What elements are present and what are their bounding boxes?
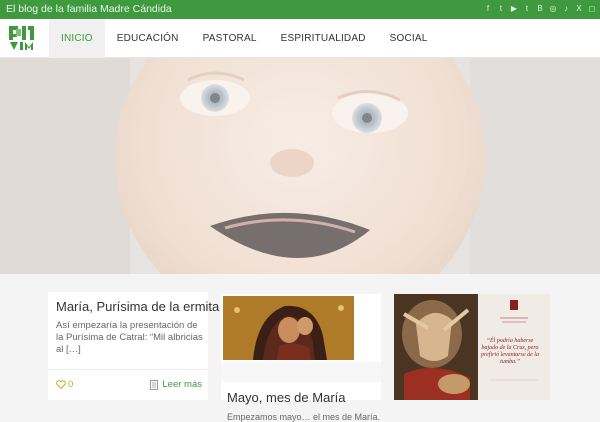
tiktok-icon[interactable]: ♪ xyxy=(562,3,570,15)
flickr-icon[interactable]: ◎ xyxy=(549,3,557,15)
nav-item-educacion[interactable]: EDUCACIÓN xyxy=(105,19,191,58)
nav-item-pastoral[interactable]: PASTORAL xyxy=(191,19,269,58)
facebook-icon[interactable]: f xyxy=(484,3,492,15)
like-count: 0 xyxy=(68,379,74,390)
image-quote-text: “Él podría haberse bajado de la Cruz, pe… xyxy=(481,338,539,365)
nav-item-social[interactable]: SOCIAL xyxy=(378,19,440,58)
social-links: f t ▶ t B ◎ ♪ X ◻ xyxy=(484,3,596,15)
post-title[interactable]: María, Purísima de la ermita xyxy=(56,299,219,314)
nav-item-espiritualidad[interactable]: ESPIRITUALIDAD xyxy=(269,19,378,58)
card-divider xyxy=(48,369,208,370)
resurrection-quote-image[interactable]: “Él podría haberse bajado de la Cruz, pe… xyxy=(394,294,550,400)
like-button[interactable]: 0 xyxy=(56,379,73,390)
post-title[interactable]: Mayo, mes de María xyxy=(227,390,346,405)
posts-section: María, Purísima de la ermita Así empezar… xyxy=(0,274,600,422)
nav-item-inicio[interactable]: INICIO xyxy=(49,19,105,58)
nav-menu: INICIO EDUCACIÓN PASTORAL ESPIRITUALIDAD… xyxy=(49,19,440,58)
post-card[interactable]: “Él podría haberse bajado de la Cruz, pe… xyxy=(394,294,550,400)
read-more-label: Leer más xyxy=(162,379,202,390)
main-navigation: INICIO EDUCACIÓN PASTORAL ESPIRITUALIDAD… xyxy=(0,19,600,58)
post-card[interactable]: Mayo, mes de María Empezamos mayo… el me… xyxy=(221,294,381,422)
youtube-icon[interactable]: ▶ xyxy=(510,3,518,15)
site-logo[interactable] xyxy=(8,24,35,51)
twitter-icon[interactable]: t xyxy=(497,3,505,15)
virgin-and-child-icon-image[interactable] xyxy=(223,296,354,360)
tumblr-icon[interactable]: t xyxy=(523,3,531,15)
card-shade xyxy=(221,362,381,382)
document-icon xyxy=(150,379,159,390)
blogger-icon[interactable]: B xyxy=(536,3,544,15)
read-more-link[interactable]: Leer más xyxy=(150,379,202,390)
hero-banner-image xyxy=(0,58,600,274)
post-excerpt: Así empezaría la presentación de la Purí… xyxy=(56,320,203,355)
post-card[interactable]: María, Purísima de la ermita Así empezar… xyxy=(48,292,219,400)
top-bar: El blog de la familia Madre Cándida f t … xyxy=(0,0,600,19)
xing-icon[interactable]: X xyxy=(575,3,583,15)
post-excerpt: Empezamos mayo… el mes de María. xyxy=(227,412,381,422)
smiling-baby-photo xyxy=(0,58,600,274)
heart-icon xyxy=(56,380,66,389)
instagram-icon[interactable]: ◻ xyxy=(588,3,596,15)
site-title[interactable]: El blog de la familia Madre Cándida xyxy=(6,3,172,15)
